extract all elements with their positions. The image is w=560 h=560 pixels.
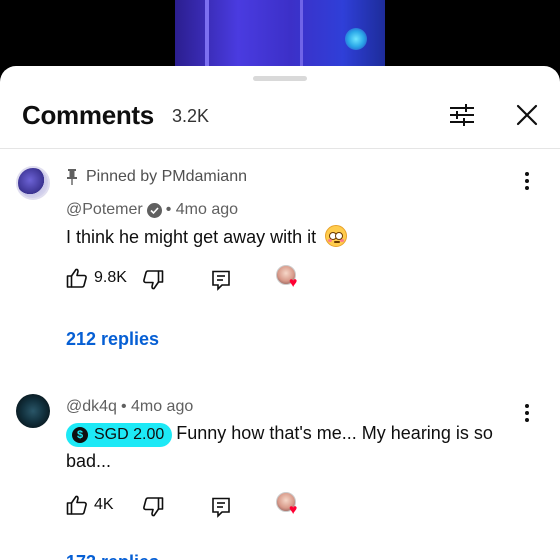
creator-heart-icon: ♥ [276,265,302,291]
comments-title: Comments [22,100,154,130]
thumbs-down-icon [143,270,164,290]
like-count: 4K [94,496,114,513]
video-frame-detail [300,0,303,70]
comment-text-row: I think he might get away with it [66,223,536,251]
comments-sheet: Comments 3.2K Pinned by PMdamiann @Potem… [0,66,560,560]
dislike-button[interactable] [142,269,164,291]
comment-meta: @dk4q • 4mo ago [66,398,193,416]
video-frame-light [345,28,367,50]
verified-icon [146,202,162,218]
sliders-icon[interactable] [448,102,476,128]
comment-time: • 4mo ago [165,201,239,218]
thumbs-down-icon [143,497,164,517]
video-frame[interactable] [175,0,385,70]
reply-icon [212,270,230,291]
comment-time: • 4mo ago [120,398,194,415]
comments-count: 3.2K [172,106,210,126]
replies-link[interactable]: 212 replies [66,329,159,350]
super-thanks-badge: $ SGD 2.00 [66,423,173,447]
comment-actions: 4K ♥ [66,492,326,522]
like-button[interactable]: 4K [66,494,114,516]
pinned-text: Pinned by PMdamiann [86,168,247,185]
thumbs-up-icon [66,495,87,515]
flushed-face-icon [325,225,348,247]
creator-heart-icon: ♥ [276,492,302,518]
more-vertical-icon[interactable] [524,402,530,422]
video-frame-detail [205,0,209,70]
comment-text: I think he might get away with it [66,227,317,247]
reply-icon [212,497,230,518]
comment-meta: @Potemer • 4mo ago [66,201,238,219]
avatar[interactable] [16,394,50,428]
dollar-coin-icon: $ [72,427,88,443]
like-count: 9.8K [94,269,127,286]
avatar[interactable] [16,166,50,200]
comment-actions: 9.8K ♥ [66,265,326,295]
comment-author[interactable]: @dk4q [66,398,117,416]
video-player-area[interactable] [0,0,560,70]
comment-author[interactable]: @Potemer [66,201,143,219]
pin-icon [67,169,77,185]
reply-button[interactable] [210,269,232,291]
reply-button[interactable] [210,496,232,518]
comment-text-row: $ SGD 2.00 Funny how that's me... My hea… [66,419,536,475]
header-divider [0,148,560,149]
thumbs-up-icon [66,268,87,288]
more-vertical-icon[interactable] [524,170,530,190]
comment-item: Pinned by PMdamiann @Potemer • 4mo ago I… [0,162,560,362]
comment-item: @dk4q • 4mo ago $ SGD 2.00 Funny how tha… [0,392,560,560]
drag-handle[interactable] [253,76,307,81]
pinned-label: Pinned by PMdamiann [66,168,247,186]
super-thanks-amount: SGD 2.00 [94,426,165,443]
close-icon[interactable] [514,102,540,128]
dislike-button[interactable] [142,496,164,518]
like-button[interactable]: 9.8K [66,267,127,289]
replies-link[interactable]: 173 replies [66,552,159,560]
